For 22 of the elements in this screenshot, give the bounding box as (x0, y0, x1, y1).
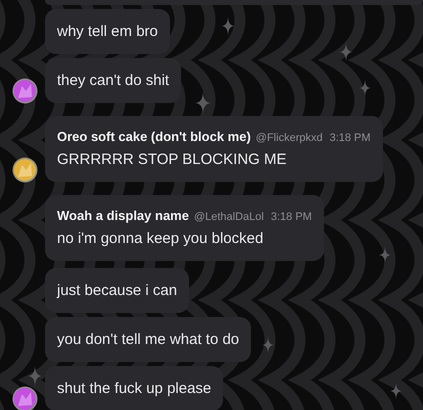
sparkle-icon (339, 42, 353, 62)
timestamp: 3:18 PM (330, 132, 371, 144)
avatar-icon[interactable] (12, 78, 38, 104)
message-text: GRRRRRR STOP BLOCKING ME (57, 150, 288, 169)
timestamp: 3:18 PM (270, 211, 312, 223)
message-text: no i'm gonna keep you blocked (57, 229, 264, 248)
avatar-icon[interactable] (12, 386, 38, 410)
sparkle-icon (358, 79, 372, 97)
message-text: why tell em bro (57, 22, 158, 41)
author-name[interactable]: Oreo soft cake (don't block me) (57, 129, 251, 144)
message-text: just because i can (57, 281, 178, 300)
sparkle-icon (262, 336, 274, 354)
user-handle: @LethalDaLol (194, 211, 264, 223)
message-text: shut the fuck up please (57, 379, 212, 398)
sparkle-icon (378, 246, 392, 264)
message-text: you don't tell me what to do (57, 330, 240, 349)
sparkle-icon (390, 382, 402, 400)
author-name[interactable]: Woah a display name (57, 208, 189, 223)
sparkle-icon (221, 16, 235, 36)
avatar-icon[interactable] (12, 157, 38, 183)
user-handle: @Flickerpkxd (256, 132, 323, 144)
message-text: they can't do shit (57, 71, 170, 90)
